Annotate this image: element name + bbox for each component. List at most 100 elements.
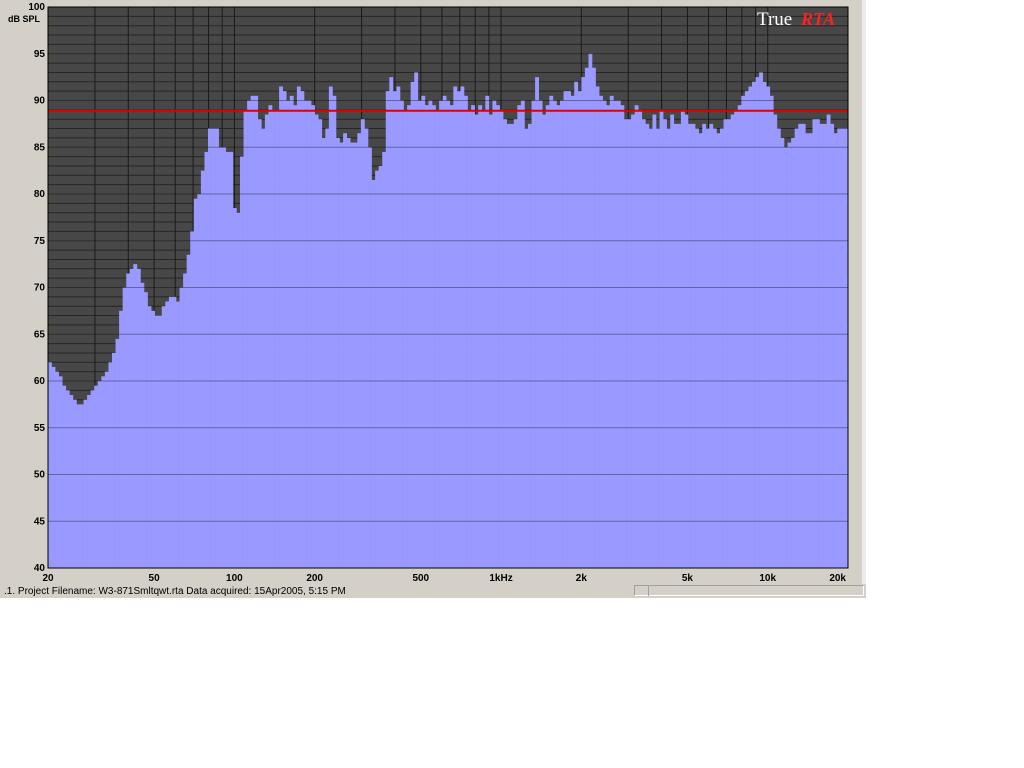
spectrum-bar <box>328 86 333 568</box>
spectrum-bar <box>588 53 593 568</box>
spectrum-bar <box>631 114 635 569</box>
spectrum-bar <box>424 105 429 569</box>
spectrum-bar <box>513 119 518 568</box>
spectrum-bar <box>702 123 707 568</box>
brand-logo-true: True <box>757 9 793 30</box>
spectrum-bar <box>510 123 515 568</box>
x-tick-label: 20 <box>42 573 54 584</box>
window-right-edge <box>862 0 866 597</box>
spectrum-bar <box>193 198 198 569</box>
spectrum-bar <box>670 114 675 569</box>
spectrum-bar <box>528 123 532 568</box>
y-tick-label: 100 <box>28 2 45 13</box>
spectrum-bar <box>407 105 411 569</box>
spectrum-bar <box>48 362 52 568</box>
spectrum-bar <box>784 147 788 568</box>
x-tick-label: 1kHz <box>489 573 512 584</box>
spectrum-bar <box>58 376 63 568</box>
spectrum-bar <box>172 296 177 568</box>
y-tick-label: 50 <box>34 470 46 481</box>
spectrum-bar <box>563 91 568 569</box>
spectrum-bar <box>296 86 301 568</box>
spectrum-bar <box>673 123 678 568</box>
spectrum-bar <box>709 123 714 568</box>
spectrum-bar <box>805 133 810 568</box>
spectrum-bar <box>346 137 351 568</box>
spectrum-bar <box>87 395 91 568</box>
spectrum-bar <box>624 119 628 568</box>
spectrum-bar <box>250 95 255 568</box>
spectrum-bar <box>282 91 287 569</box>
spectrum-bar <box>471 105 475 569</box>
spectrum-bar <box>744 91 749 569</box>
spectrum-bar <box>691 123 696 568</box>
spectrum-bar <box>151 310 155 568</box>
spectrum-bar <box>488 114 493 569</box>
spectrum-bar <box>371 179 376 568</box>
spectrum-bar <box>449 105 454 569</box>
y-tick-label: 55 <box>34 423 46 434</box>
spectrum-bar <box>83 399 88 568</box>
spectrum-bar <box>592 67 596 569</box>
spectrum-bar <box>467 109 472 568</box>
spectrum-bar <box>129 268 134 568</box>
spectrum-bar <box>154 315 159 568</box>
spectrum-bar <box>136 268 141 568</box>
rta-chart: 100959085807570656055504540 20 50 100 200 50… <box>8 2 849 584</box>
spectrum-bar <box>663 119 667 568</box>
spectrum-bar <box>140 282 145 568</box>
spectrum-bar <box>474 114 479 569</box>
spectrum-bar <box>549 95 554 568</box>
spectrum-bar <box>318 119 323 568</box>
spectrum-bar <box>517 105 522 569</box>
spectrum-bar <box>791 137 795 568</box>
spectrum-bar <box>680 109 685 568</box>
y-tick-label: 70 <box>34 283 46 294</box>
spectrum-bar <box>357 133 362 568</box>
spectrum-bar <box>734 109 739 568</box>
spectrum-bar <box>90 390 95 568</box>
spectrum-bar <box>264 114 269 569</box>
spectrum-bar <box>609 95 614 568</box>
spectrum-bar <box>232 208 237 568</box>
spectrum-bar <box>108 362 113 568</box>
spectrum-bar <box>300 91 305 569</box>
spectrum-bar <box>485 95 490 568</box>
x-tick-label: 20k <box>829 573 846 584</box>
spectrum-bar <box>190 231 195 568</box>
spectrum-bar <box>645 123 650 568</box>
y-tick-label: 45 <box>34 516 46 527</box>
y-axis-title: dB SPL <box>8 14 41 24</box>
spectrum-bar <box>421 95 426 568</box>
spectrum-bar <box>55 371 59 568</box>
spectrum-bar <box>382 151 387 569</box>
spectrum-bar <box>808 133 813 568</box>
spectrum-bar <box>499 109 504 568</box>
x-tick-label: 2k <box>576 573 588 584</box>
spectrum-bar <box>69 395 74 568</box>
spectrum-bar <box>823 123 827 568</box>
spectrum-bar <box>161 306 166 568</box>
x-axis-tick-labels: 20 50 100 200 500 1kHz 2k 5k 10k 20k <box>42 573 846 584</box>
spectrum-bar <box>332 95 337 568</box>
spectrum-bar <box>599 95 603 568</box>
spectrum-bar <box>183 273 187 568</box>
spectrum-bar <box>119 310 123 568</box>
spectrum-bar <box>748 86 753 568</box>
spectrum-bar <box>634 105 639 569</box>
spectrum-bar <box>570 95 575 568</box>
spectrum-bar <box>627 119 632 568</box>
spectrum-bar <box>392 91 397 569</box>
spectrum-bar <box>360 119 365 568</box>
spectrum-bar <box>257 119 262 568</box>
spectrum-bar <box>112 352 116 568</box>
spectrum-bar <box>581 77 586 568</box>
spectrum-bar <box>410 81 415 569</box>
spectrum-bar <box>275 109 280 568</box>
spectrum-bar <box>147 306 152 568</box>
spectrum-bar <box>652 114 657 569</box>
spectrum-bar <box>200 170 205 568</box>
spectrum-bar <box>503 119 507 568</box>
x-tick-label: 50 <box>149 573 161 584</box>
spectrum-bar <box>51 366 56 568</box>
